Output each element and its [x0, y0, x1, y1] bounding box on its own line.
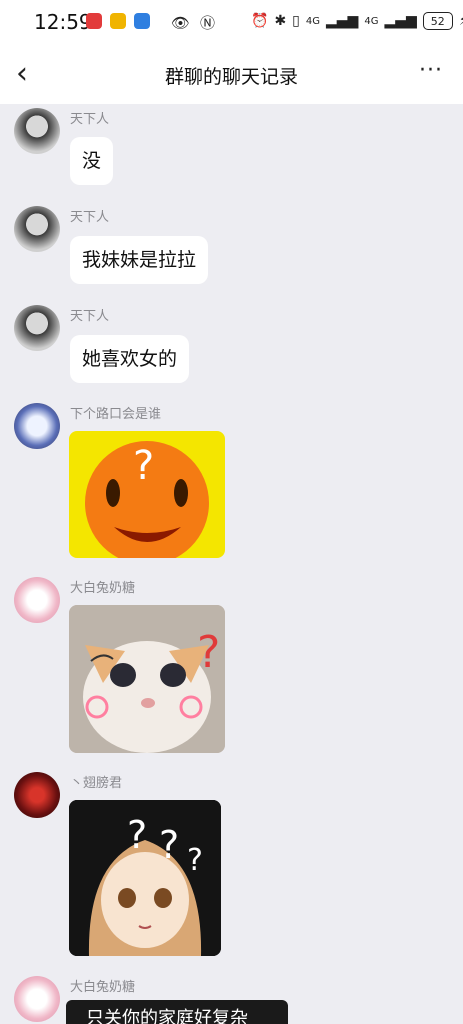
avatar[interactable]	[14, 108, 60, 154]
eye-icon: 👁	[171, 13, 191, 32]
alarm-icon: ⏰	[251, 13, 269, 29]
sender-name: 天下人	[70, 210, 110, 225]
svg-text:?: ?	[159, 823, 179, 867]
avatar[interactable]	[14, 305, 60, 351]
sticker-caption-partial[interactable]: 只关你的家庭好复杂	[66, 1000, 288, 1024]
sender-name: 大白兔奶糖	[70, 980, 136, 995]
signal-icon: ▂▄▆	[384, 13, 417, 29]
sender-name: 天下人	[70, 309, 110, 324]
svg-text:?: ?	[197, 627, 220, 678]
status-time: 12:59	[34, 10, 92, 34]
sender-name: 下个路口会是谁	[70, 407, 162, 422]
header-bar: ‹ 群聊的聊天记录 ···	[0, 44, 463, 104]
bluetooth-icon: ✱	[274, 13, 287, 29]
nfc-icon: Ⓝ	[200, 14, 216, 32]
message-bubble[interactable]: 我妹妹是拉拉	[70, 236, 209, 284]
app-notification-icon	[86, 13, 102, 29]
avatar[interactable]	[14, 577, 60, 623]
sticker-orange-question[interactable]: ?	[69, 431, 225, 558]
svg-text:?: ?	[127, 813, 147, 857]
notification-icons	[86, 13, 150, 29]
connectivity-icons: ⏰ ✱ ▯ 4G ▂▄▆ 4G ▂▄▆ 52 ⚡	[251, 12, 463, 30]
battery-icon: 52	[422, 12, 453, 30]
system-icons: 👁 Ⓝ	[171, 12, 215, 33]
kitten-icon: ?	[69, 605, 225, 753]
anime-girl-icon: ? ? ?	[69, 800, 221, 956]
weibo-icon	[110, 13, 126, 29]
sender-name: 大白兔奶糖	[70, 581, 136, 596]
signal-label: 4G	[364, 15, 379, 27]
status-bar: 12:59 👁 Ⓝ ⏰ ✱ ▯ 4G ▂▄▆ 4G ▂▄▆ 52 ⚡	[0, 0, 463, 44]
charging-icon: ⚡	[459, 13, 463, 29]
vibrate-icon: ▯	[292, 13, 300, 29]
more-icon[interactable]: ···	[419, 58, 443, 83]
signal-label: 4G	[305, 15, 321, 27]
sticker-confused-kitten[interactable]: ?	[69, 605, 225, 753]
avatar[interactable]	[14, 206, 60, 252]
avatar[interactable]	[14, 403, 60, 449]
message-bubble[interactable]: 她喜欢女的	[70, 335, 190, 383]
sticker-caption: 只关你的家庭好复杂	[86, 1008, 248, 1024]
signal-icon: ▂▄▆	[326, 13, 359, 29]
avatar[interactable]	[14, 772, 60, 818]
svg-text:?: ?	[187, 843, 203, 878]
orange-face-icon: ?	[85, 441, 209, 558]
avatar[interactable]	[14, 976, 60, 1022]
app-notification-icon	[134, 13, 150, 29]
sender-name: 丶翅膀君	[70, 776, 123, 791]
svg-text:?: ?	[133, 443, 154, 489]
page-title: 群聊的聊天记录	[164, 66, 298, 88]
message-bubble[interactable]: 没	[70, 137, 114, 185]
sender-name: 天下人	[70, 112, 110, 127]
sticker-anime-girl[interactable]: ? ? ?	[69, 800, 221, 956]
